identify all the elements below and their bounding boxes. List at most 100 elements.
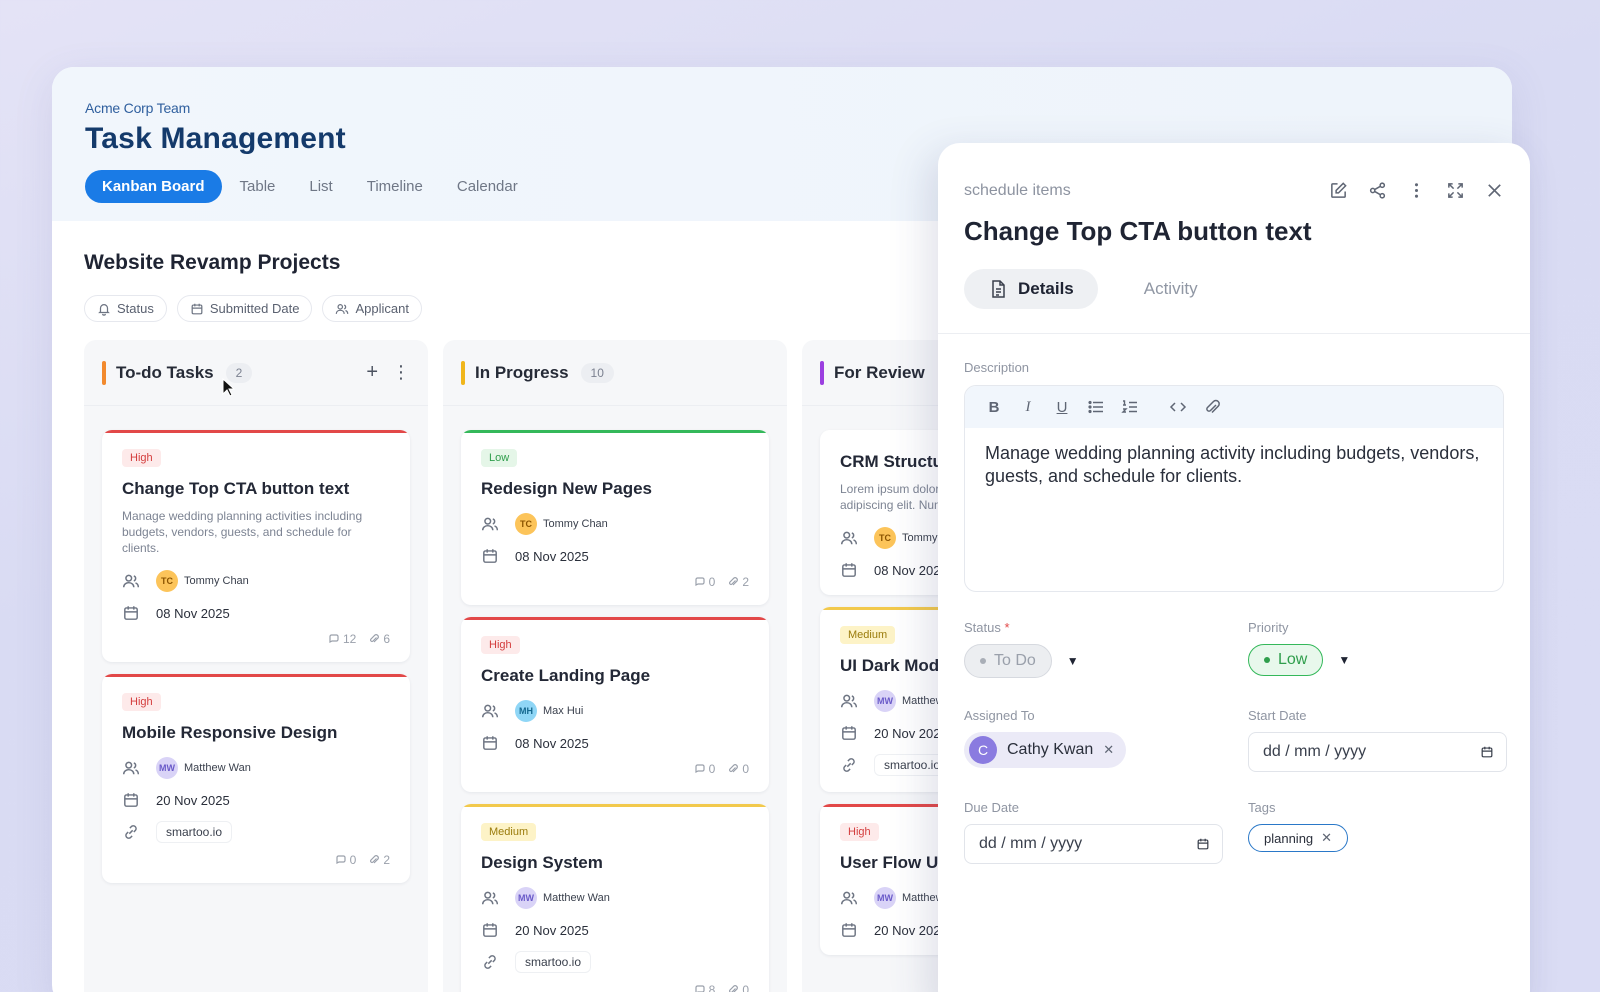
column-header: In Progress 10 xyxy=(443,340,787,406)
filter-submitted-date[interactable]: Submitted Date xyxy=(176,295,313,322)
due-date: 08 Nov 2025 xyxy=(156,605,230,621)
calendar-icon xyxy=(842,923,856,937)
column-color-bar xyxy=(820,360,824,385)
comment-icon xyxy=(336,855,346,864)
card-description: Lorem ipsum dolor adipiscing elit. Nun xyxy=(840,482,941,512)
remove-icon[interactable]: ✕ xyxy=(1321,830,1332,846)
start-date-label: Start Date xyxy=(1248,708,1307,723)
description-text[interactable]: Manage wedding planning activity includi… xyxy=(965,428,1503,502)
italic-icon[interactable]: I xyxy=(1019,398,1037,416)
bullet-list-icon[interactable] xyxy=(1087,398,1105,416)
avatar: MH xyxy=(515,700,537,722)
calendar-icon xyxy=(483,549,497,563)
priority-badge: Medium xyxy=(481,823,537,841)
calendar-icon xyxy=(483,736,497,750)
more-vertical-icon[interactable] xyxy=(1407,181,1426,200)
tab-timeline[interactable]: Timeline xyxy=(351,170,439,203)
paperclip-icon xyxy=(370,855,380,864)
avatar: MW xyxy=(874,690,896,712)
panel-kicker: schedule items xyxy=(964,181,1071,199)
column-in-progress: In Progress 10 Low Redesign New Pages TC… xyxy=(443,340,787,992)
column-title: For Review xyxy=(834,362,925,382)
close-icon[interactable] xyxy=(1485,181,1504,200)
paperclip-icon xyxy=(729,985,739,992)
tab-calendar[interactable]: Calendar xyxy=(441,170,534,203)
column-count: 10 xyxy=(580,362,614,383)
avatar: MW xyxy=(156,757,178,779)
comments-count: 8 xyxy=(694,983,715,992)
column-todo: To-do Tasks 2 + ⋮ High Change Top CTA bu… xyxy=(84,340,428,992)
tab-list[interactable]: List xyxy=(293,170,348,203)
tab-details[interactable]: Details xyxy=(964,269,1098,309)
task-card[interactable]: High Change Top CTA button text Manage w… xyxy=(102,430,410,662)
description-editor[interactable]: B I U Manage wedding planning activity i… xyxy=(964,385,1504,592)
task-card[interactable]: Low Redesign New Pages TC Tommy Chan 08 … xyxy=(461,430,769,605)
comments-count: 0 xyxy=(694,762,715,776)
assignee-name: Matthew Wan xyxy=(543,892,610,904)
link-chip[interactable]: smartoo.io xyxy=(156,821,233,843)
avatar: TC xyxy=(156,570,178,592)
code-icon[interactable] xyxy=(1169,398,1187,416)
card-description: Manage wedding planning activities inclu… xyxy=(122,509,363,555)
task-card[interactable]: High Mobile Responsive Design MW Matthew… xyxy=(102,674,410,883)
task-card[interactable]: Medium Design System MW Matthew Wan 20 N… xyxy=(461,804,769,992)
share-icon[interactable] xyxy=(1368,181,1387,200)
underline-icon[interactable]: U xyxy=(1053,398,1071,416)
paperclip-icon[interactable] xyxy=(1203,398,1221,416)
bold-icon[interactable]: B xyxy=(985,398,1003,416)
card-title: Change Top CTA button text xyxy=(122,479,350,498)
priority-select[interactable]: Low xyxy=(1248,644,1324,676)
priority-badge: Low xyxy=(481,449,518,467)
tab-table[interactable]: Table xyxy=(224,170,292,203)
expand-icon[interactable] xyxy=(1446,181,1465,200)
users-icon xyxy=(336,303,349,314)
assignee-name: Tommy Chan xyxy=(184,575,249,587)
column-color-bar xyxy=(461,360,465,385)
column-title: To-do Tasks xyxy=(116,362,214,382)
assignee-chip[interactable]: C Cathy Kwan ✕ xyxy=(964,732,1127,768)
filter-label: Applicant xyxy=(355,301,409,316)
description-label: Description xyxy=(964,360,1030,375)
priority-badge: High xyxy=(481,636,520,654)
users-icon xyxy=(122,574,140,588)
chevron-down-icon[interactable]: ▼ xyxy=(1338,653,1350,667)
comments-count: 0 xyxy=(335,853,356,867)
status-select[interactable]: To Do xyxy=(964,644,1052,678)
column-title: In Progress xyxy=(475,362,569,382)
attachments-count: 6 xyxy=(368,632,390,646)
numbered-list-icon[interactable] xyxy=(1121,398,1139,416)
more-vertical-icon[interactable]: ⋮ xyxy=(392,362,410,383)
start-date-input[interactable]: dd / mm / yyyy xyxy=(1248,732,1507,772)
tag-chip[interactable]: planning ✕ xyxy=(1248,824,1349,852)
add-icon[interactable]: + xyxy=(366,361,378,384)
due-date-input[interactable]: dd / mm / yyyy xyxy=(964,824,1223,864)
tab-activity[interactable]: Activity xyxy=(1120,269,1222,309)
assigned-to-label: Assigned To xyxy=(964,708,1035,723)
priority-label: Priority xyxy=(1248,620,1289,635)
paperclip-icon xyxy=(729,764,739,773)
due-date: 20 Nov 2025 xyxy=(874,922,948,938)
calendar-icon xyxy=(124,793,138,807)
edit-icon[interactable] xyxy=(1329,181,1348,200)
assignee-name: Max Hui xyxy=(543,705,584,717)
filter-status[interactable]: Status xyxy=(84,295,167,322)
mouse-cursor-icon xyxy=(222,378,236,397)
column-header: To-do Tasks 2 + ⋮ xyxy=(84,340,428,406)
chevron-down-icon[interactable]: ▼ xyxy=(1067,654,1079,668)
filter-applicant[interactable]: Applicant xyxy=(322,295,422,322)
attachments-count: 2 xyxy=(727,575,749,589)
assignee-name: Tommy xyxy=(902,532,938,544)
due-date: 20 Nov 2025 xyxy=(156,792,230,808)
due-date: 20 Nov 2025 xyxy=(874,725,948,741)
editor-toolbar: B I U xyxy=(965,386,1503,428)
tab-label: Details xyxy=(1018,279,1074,298)
paperclip-icon xyxy=(370,634,380,643)
tab-kanban-board[interactable]: Kanban Board xyxy=(85,170,222,203)
priority-badge: High xyxy=(840,823,879,841)
calendar-icon xyxy=(1197,838,1209,850)
filter-label: Submitted Date xyxy=(209,301,300,316)
link-chip[interactable]: smartoo.io xyxy=(515,951,592,973)
avatar: MW xyxy=(515,887,537,909)
task-card[interactable]: High Create Landing Page MH Max Hui 08 N… xyxy=(461,617,769,792)
remove-icon[interactable]: ✕ xyxy=(1103,742,1114,758)
